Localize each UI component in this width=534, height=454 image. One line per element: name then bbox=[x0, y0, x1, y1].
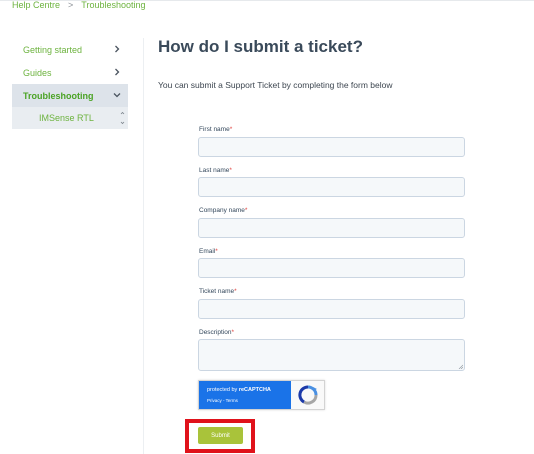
required-marker: * bbox=[231, 329, 235, 336]
recaptcha-logo-icon bbox=[298, 385, 318, 405]
last-name-field[interactable] bbox=[198, 177, 465, 197]
resize-handle-icon[interactable] bbox=[458, 364, 463, 369]
chevron-right-icon bbox=[115, 68, 120, 76]
recaptcha-widget[interactable]: protected by reCAPTCHA Privacy - Terms bbox=[198, 380, 325, 410]
required-marker: * bbox=[234, 288, 237, 295]
sidebar: Getting started Guides Troubleshooting I… bbox=[12, 38, 128, 129]
page-title: How do I submit a ticket? bbox=[158, 37, 363, 56]
required-marker: * bbox=[215, 248, 218, 255]
ticket-name-label: Ticket name* bbox=[199, 288, 237, 295]
breadcrumb-home-link[interactable]: Help Centre bbox=[12, 0, 60, 10]
intro-text: You can submit a Support Ticket by compl… bbox=[158, 80, 393, 90]
recaptcha-protected-text: protected by reCAPTCHA bbox=[207, 387, 271, 393]
recaptcha-badge: protected by reCAPTCHA Privacy - Terms bbox=[199, 381, 291, 409]
sidebar-subitem-label: IMSense RTL bbox=[39, 113, 94, 123]
sidebar-item-label: Getting started bbox=[23, 44, 83, 55]
sidebar-item-guides[interactable]: Guides bbox=[12, 61, 128, 84]
sidebar-subitem-imsense-rtl[interactable]: IMSense RTL bbox=[12, 107, 128, 129]
company-name-label: Company name* bbox=[199, 207, 248, 214]
description-field[interactable] bbox=[198, 339, 465, 371]
last-name-label: Last name* bbox=[199, 167, 232, 174]
first-name-label: First name* bbox=[199, 126, 233, 133]
required-marker: * bbox=[229, 126, 233, 133]
sidebar-item-label: Troubleshooting bbox=[23, 90, 94, 101]
required-marker: * bbox=[229, 167, 232, 174]
breadcrumb-separator: > bbox=[68, 0, 74, 10]
required-marker: * bbox=[244, 207, 248, 214]
chevron-down-icon bbox=[113, 93, 121, 98]
first-name-field[interactable] bbox=[198, 137, 465, 157]
ticket-name-field[interactable] bbox=[198, 299, 465, 319]
sidebar-item-label: Guides bbox=[23, 67, 52, 78]
recaptcha-privacy-terms-links[interactable]: Privacy - Terms bbox=[207, 398, 238, 403]
sidebar-item-getting-started[interactable]: Getting started bbox=[12, 38, 128, 61]
content-divider bbox=[143, 38, 144, 454]
breadcrumb-current-link[interactable]: Troubleshooting bbox=[81, 0, 145, 10]
scroll-arrows-icon[interactable] bbox=[120, 110, 125, 126]
email-label: Email* bbox=[199, 248, 218, 255]
email-field[interactable] bbox=[198, 258, 465, 278]
description-label: Description* bbox=[199, 329, 235, 336]
company-name-field[interactable] bbox=[198, 218, 465, 238]
submit-button[interactable]: Submit bbox=[198, 427, 243, 444]
sidebar-item-troubleshooting[interactable]: Troubleshooting bbox=[12, 84, 128, 107]
chevron-right-icon bbox=[115, 45, 120, 53]
breadcrumb: Help Centre > Troubleshooting bbox=[12, 0, 146, 12]
